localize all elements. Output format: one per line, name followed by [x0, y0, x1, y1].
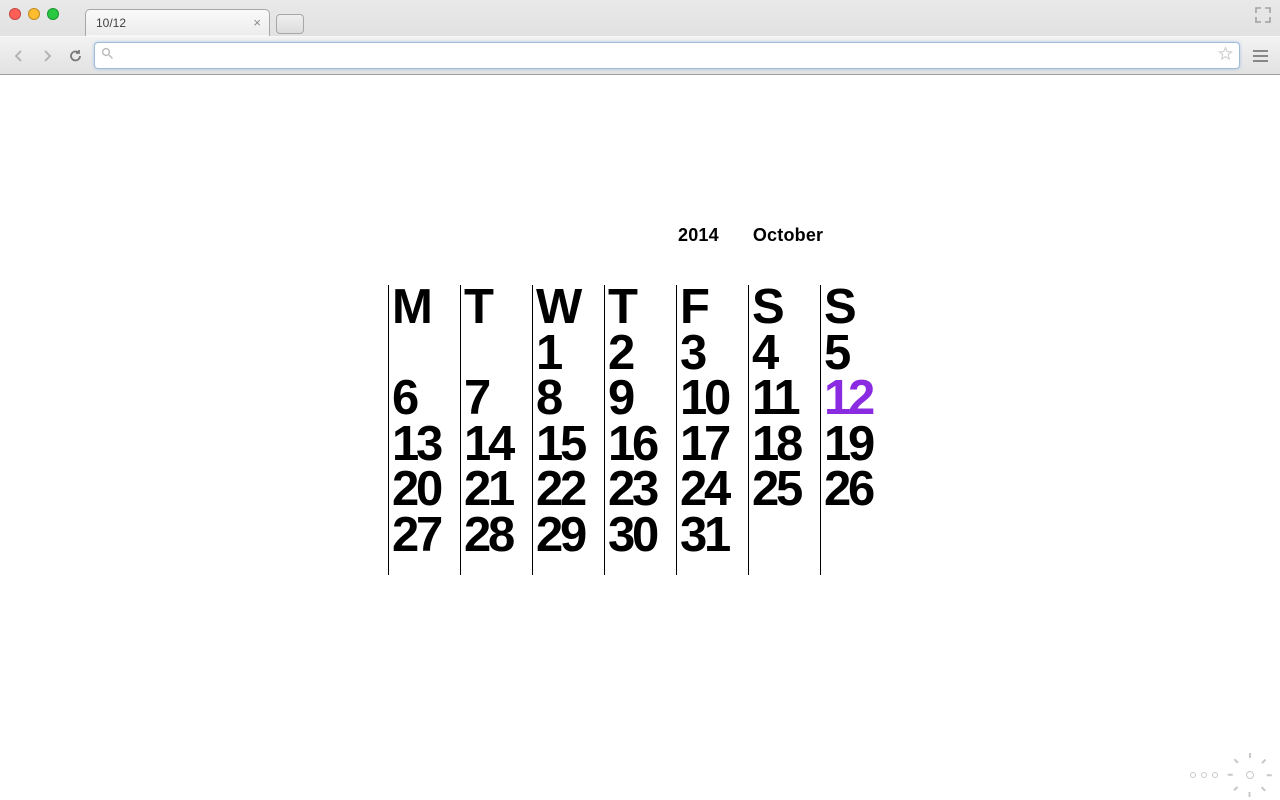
calendar-day[interactable]: 22: [536, 467, 604, 513]
calendar-column: T07142128: [460, 285, 532, 575]
calendar-column: F310172431: [676, 285, 748, 575]
browser-tab[interactable]: 10/12 ×: [85, 9, 270, 36]
calendar-day[interactable]: 10: [680, 376, 748, 422]
calendar-day[interactable]: 19: [824, 422, 892, 468]
calendar-day[interactable]: 18: [752, 422, 820, 468]
calendar-day[interactable]: 4: [752, 331, 820, 377]
search-icon: [101, 47, 114, 65]
calendar-day[interactable]: 8: [536, 376, 604, 422]
bookmark-star-icon[interactable]: [1218, 46, 1233, 66]
calendar-column: T29162330: [604, 285, 676, 575]
brightness-icon[interactable]: [1238, 763, 1262, 787]
calendar-day[interactable]: 2: [608, 331, 676, 377]
calendar-day[interactable]: 17: [680, 422, 748, 468]
calendar-day[interactable]: 1: [536, 331, 604, 377]
fullscreen-icon[interactable]: [1254, 6, 1272, 24]
footer-controls: [1190, 763, 1262, 787]
calendar-day[interactable]: 15: [536, 422, 604, 468]
calendar-day[interactable]: 16: [608, 422, 676, 468]
calendar-day[interactable]: 26: [824, 467, 892, 513]
back-button[interactable]: [10, 47, 28, 65]
day-of-week-header: S: [752, 285, 820, 331]
tab-strip: 10/12 ×: [85, 8, 304, 36]
window-controls: [9, 8, 59, 20]
browser-chrome: 10/12 ×: [0, 0, 1280, 75]
calendar-day[interactable]: 20: [392, 467, 460, 513]
hamburger-menu-icon[interactable]: [1250, 50, 1270, 62]
calendar-day[interactable]: 25: [752, 467, 820, 513]
calendar-day[interactable]: 27: [392, 513, 460, 559]
calendar-day[interactable]: 12: [824, 376, 892, 422]
toolbar: [0, 36, 1280, 74]
calendar-grid: M06132027T07142128W18152229T29162330F310…: [388, 285, 892, 575]
close-tab-icon[interactable]: ×: [253, 16, 261, 29]
address-bar[interactable]: [94, 42, 1240, 69]
calendar-day[interactable]: 14: [464, 422, 532, 468]
day-of-week-header: S: [824, 285, 892, 331]
more-options-icon[interactable]: [1190, 772, 1218, 778]
day-of-week-header: T: [464, 285, 532, 331]
zoom-window-button[interactable]: [47, 8, 59, 20]
calendar-day[interactable]: 13: [392, 422, 460, 468]
day-of-week-header: F: [680, 285, 748, 331]
calendar-day[interactable]: 3: [680, 331, 748, 377]
tab-title: 10/12: [96, 16, 126, 30]
day-of-week-header: T: [608, 285, 676, 331]
url-input[interactable]: [119, 48, 1218, 63]
calendar-day[interactable]: 28: [464, 513, 532, 559]
titlebar: 10/12 ×: [0, 0, 1280, 36]
calendar-day[interactable]: 6: [392, 376, 460, 422]
forward-button[interactable]: [38, 47, 56, 65]
minimize-window-button[interactable]: [28, 8, 40, 20]
calendar: 2014 October M06132027T07142128W18152229…: [388, 225, 892, 575]
calendar-day[interactable]: 30: [608, 513, 676, 559]
calendar-day[interactable]: 9: [608, 376, 676, 422]
calendar-column: W18152229: [532, 285, 604, 575]
calendar-header: 2014 October: [678, 225, 823, 246]
reload-button[interactable]: [66, 47, 84, 65]
new-tab-button[interactable]: [276, 14, 304, 34]
calendar-column: S51219260: [820, 285, 892, 575]
calendar-day[interactable]: 24: [680, 467, 748, 513]
page-content: 2014 October M06132027T07142128W18152229…: [0, 75, 1280, 800]
calendar-day[interactable]: 21: [464, 467, 532, 513]
day-of-week-header: M: [392, 285, 460, 331]
calendar-year: 2014: [678, 225, 719, 246]
calendar-day[interactable]: 5: [824, 331, 892, 377]
calendar-month: October: [753, 225, 823, 246]
calendar-day[interactable]: 29: [536, 513, 604, 559]
calendar-day[interactable]: 31: [680, 513, 748, 559]
calendar-day[interactable]: 7: [464, 376, 532, 422]
calendar-day[interactable]: 11: [752, 376, 820, 422]
day-of-week-header: W: [536, 285, 604, 331]
close-window-button[interactable]: [9, 8, 21, 20]
calendar-day[interactable]: 23: [608, 467, 676, 513]
calendar-column: S41118250: [748, 285, 820, 575]
calendar-column: M06132027: [388, 285, 460, 575]
